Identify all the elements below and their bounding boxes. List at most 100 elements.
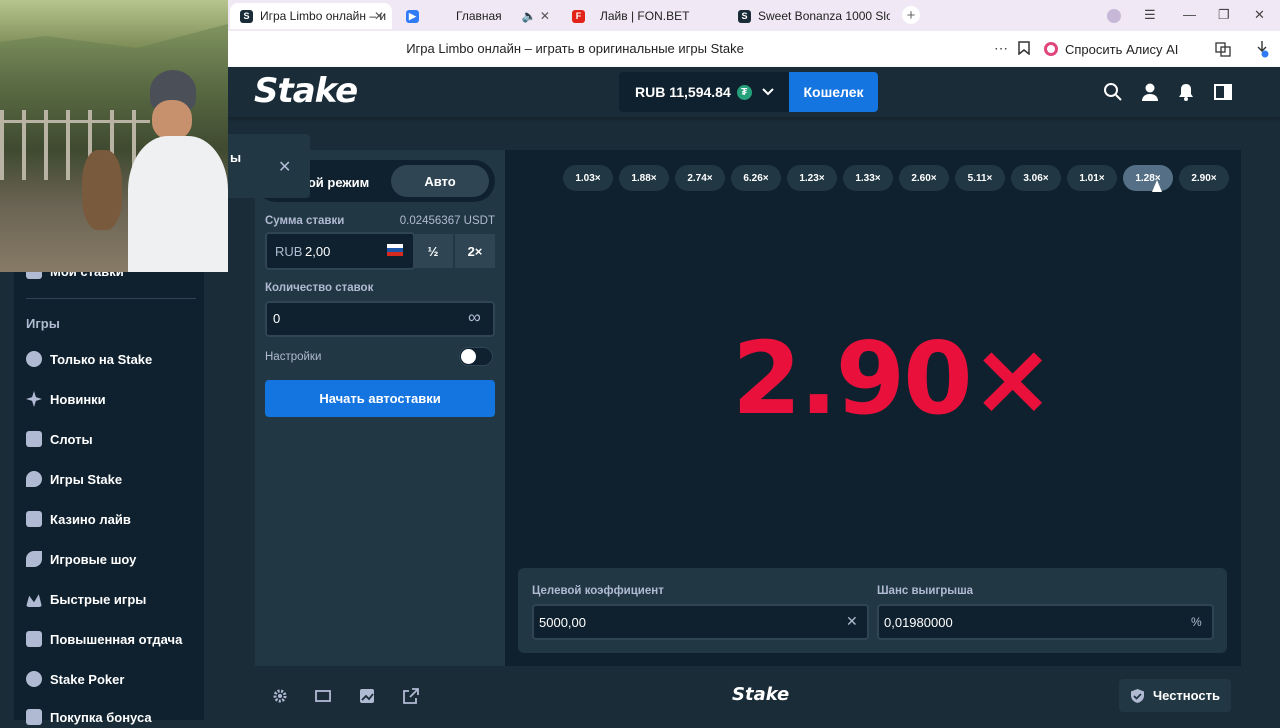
new-tab-icon[interactable]: + [902, 6, 920, 24]
shield-check-icon [1131, 688, 1144, 703]
tab-manual[interactable]: ной режим [300, 175, 369, 190]
chevron-down-icon [762, 88, 774, 96]
sidebar-item-live-casino[interactable]: Казино лайв [26, 508, 131, 530]
notifications-icon[interactable] [1176, 82, 1196, 102]
tab-label: Sweet Bonanza 1000 Slot [758, 9, 890, 23]
video-favicon-icon: ▶ [406, 9, 419, 23]
stake-logo[interactable]: Stake [254, 71, 358, 111]
target-multiplier-label: Целевой коэффициент [532, 585, 664, 597]
sidebar-item-stake-poker[interactable]: Stake Poker [26, 668, 124, 690]
alice-icon [1044, 42, 1058, 56]
slots-icon [26, 431, 42, 447]
sidebar-item-high-rtp[interactable]: Повышенная отдача [26, 628, 182, 650]
translate-icon[interactable] [1215, 41, 1231, 57]
tab-main[interactable]: ▶ Главная 🔈 ✕ [396, 3, 558, 29]
sidebar-item-slots[interactable]: Слоты [26, 428, 93, 450]
sidebar-item-label: Новинки [50, 391, 106, 407]
win-chance-label: Шанс выигрыша [877, 585, 974, 597]
fonbet-favicon-icon: F [572, 9, 585, 23]
bookmark-icon[interactable] [1018, 41, 1030, 55]
menu-icon[interactable]: ☰ [1144, 7, 1156, 23]
close-tab-icon[interactable]: ✕ [374, 9, 384, 23]
sidebar-toggle-icon[interactable] [1213, 82, 1233, 102]
person-shape [128, 70, 228, 272]
ask-alice-button[interactable]: Спросить Алису AI [1044, 37, 1178, 61]
fairness-button[interactable]: Честность [1119, 679, 1231, 712]
history-chip[interactable]: 5.11× [955, 165, 1005, 191]
tether-icon: ₮ [736, 84, 752, 100]
history-chip[interactable]: 1.01× [1067, 165, 1117, 191]
tab-fonbet[interactable]: F Лайв | FON.BET [562, 3, 724, 29]
history-chip[interactable]: 1.03× [563, 165, 613, 191]
tab-auto[interactable]: Авто [391, 165, 489, 197]
wallet-button[interactable]: Кошелек [789, 72, 878, 112]
downloads-icon[interactable] [1254, 40, 1270, 58]
balance-amount: RUB 11,594.84 [635, 84, 731, 100]
bet-currency: RUB [275, 244, 303, 259]
sidebar-item-bonus-buy[interactable]: Покупка бонуса [26, 706, 152, 728]
result-multiplier: 2.90× [732, 320, 1055, 437]
target-multiplier-value[interactable]: 5000,00 [539, 615, 586, 630]
stake-originals-icon [26, 471, 42, 487]
sidebar-heading-games: Игры [26, 316, 60, 331]
settings-gear-icon[interactable] [272, 688, 288, 704]
balance-selector[interactable]: RUB 11,594.84 ₮ [619, 72, 789, 112]
history-chip[interactable]: 2.74× [675, 165, 725, 191]
search-icon[interactable] [1103, 82, 1123, 102]
clear-icon[interactable]: ✕ [846, 613, 858, 630]
tab-label: Игра Limbo онлайн – и [260, 9, 387, 23]
bets-count-input[interactable] [265, 301, 495, 337]
tab-limbo[interactable]: S Игра Limbo онлайн – и ✕ [230, 3, 392, 29]
canopy-shape [0, 0, 228, 48]
history-chip[interactable]: 1.88× [619, 165, 669, 191]
more-icon[interactable]: ⋯ [994, 40, 1008, 57]
history-chip[interactable]: 1.28× [1123, 165, 1173, 191]
double-bet-button[interactable]: 2× [455, 234, 495, 268]
close-tab-icon[interactable]: 🔈 ✕ [522, 9, 550, 23]
sidebar-item-game-shows[interactable]: Игровые шоу [26, 548, 136, 570]
sidebar-item-label: Казино лайв [50, 511, 131, 527]
history-chip[interactable]: 1.33× [843, 165, 893, 191]
settings-label: Настройки [265, 351, 322, 363]
sidebar-item-label: Слоты [50, 431, 93, 447]
bets-count-label: Количество ставок [265, 282, 374, 294]
sidebar-item-stake-games[interactable]: Игры Stake [26, 468, 122, 490]
stake-favicon-icon: S [738, 9, 751, 23]
minimize-icon[interactable]: — [1183, 7, 1196, 22]
popup-panel [228, 134, 310, 198]
window-close-icon[interactable]: ✕ [1254, 7, 1265, 23]
user-icon[interactable] [1140, 82, 1160, 102]
history-chip[interactable]: 2.90× [1179, 165, 1229, 191]
sidebar-item-fast-games[interactable]: Быстрые игры [26, 588, 146, 610]
close-icon[interactable]: ✕ [278, 157, 291, 177]
sidebar-item-label: Только на Stake [50, 351, 153, 367]
bets-count-value[interactable]: 0 [273, 311, 280, 326]
popout-icon[interactable] [403, 688, 419, 704]
history-chip[interactable]: 2.60× [899, 165, 949, 191]
tab-sweet-bonanza[interactable]: S Sweet Bonanza 1000 Slot [728, 3, 890, 29]
stats-icon[interactable] [359, 688, 375, 704]
history-chip[interactable]: 6.26× [731, 165, 781, 191]
restore-icon[interactable]: ❐ [1218, 7, 1230, 23]
tab-label: Главная [456, 9, 502, 23]
game-shows-icon [26, 551, 42, 567]
sidebar-item-new[interactable]: Новинки [26, 388, 106, 410]
settings-toggle-knob [461, 349, 476, 364]
sidebar-divider [26, 298, 196, 299]
russia-flag-icon [387, 244, 403, 256]
sidebar-item-label: Игры Stake [50, 471, 123, 487]
stake-favicon-icon: S [240, 9, 253, 23]
bonus-buy-icon [26, 709, 42, 725]
infinity-icon: ∞ [468, 307, 481, 327]
history-chip[interactable]: 1.23× [787, 165, 837, 191]
win-chance-value[interactable]: 0,01980000 [884, 615, 953, 630]
bet-amount-value[interactable]: 2,00 [305, 244, 330, 259]
sidebar-item-stake-only[interactable]: Только на Stake [26, 348, 152, 370]
bet-amount-label: Сумма ставки [265, 215, 345, 227]
half-bet-button[interactable]: ½ [413, 234, 453, 268]
theatre-mode-icon[interactable] [315, 688, 331, 704]
start-autobet-button[interactable]: Начать автоставки [265, 380, 495, 417]
history-chip[interactable]: 3.06× [1011, 165, 1061, 191]
profile-icon[interactable] [1107, 9, 1121, 23]
sidebar-item-label: Покупка бонуса [50, 709, 152, 725]
